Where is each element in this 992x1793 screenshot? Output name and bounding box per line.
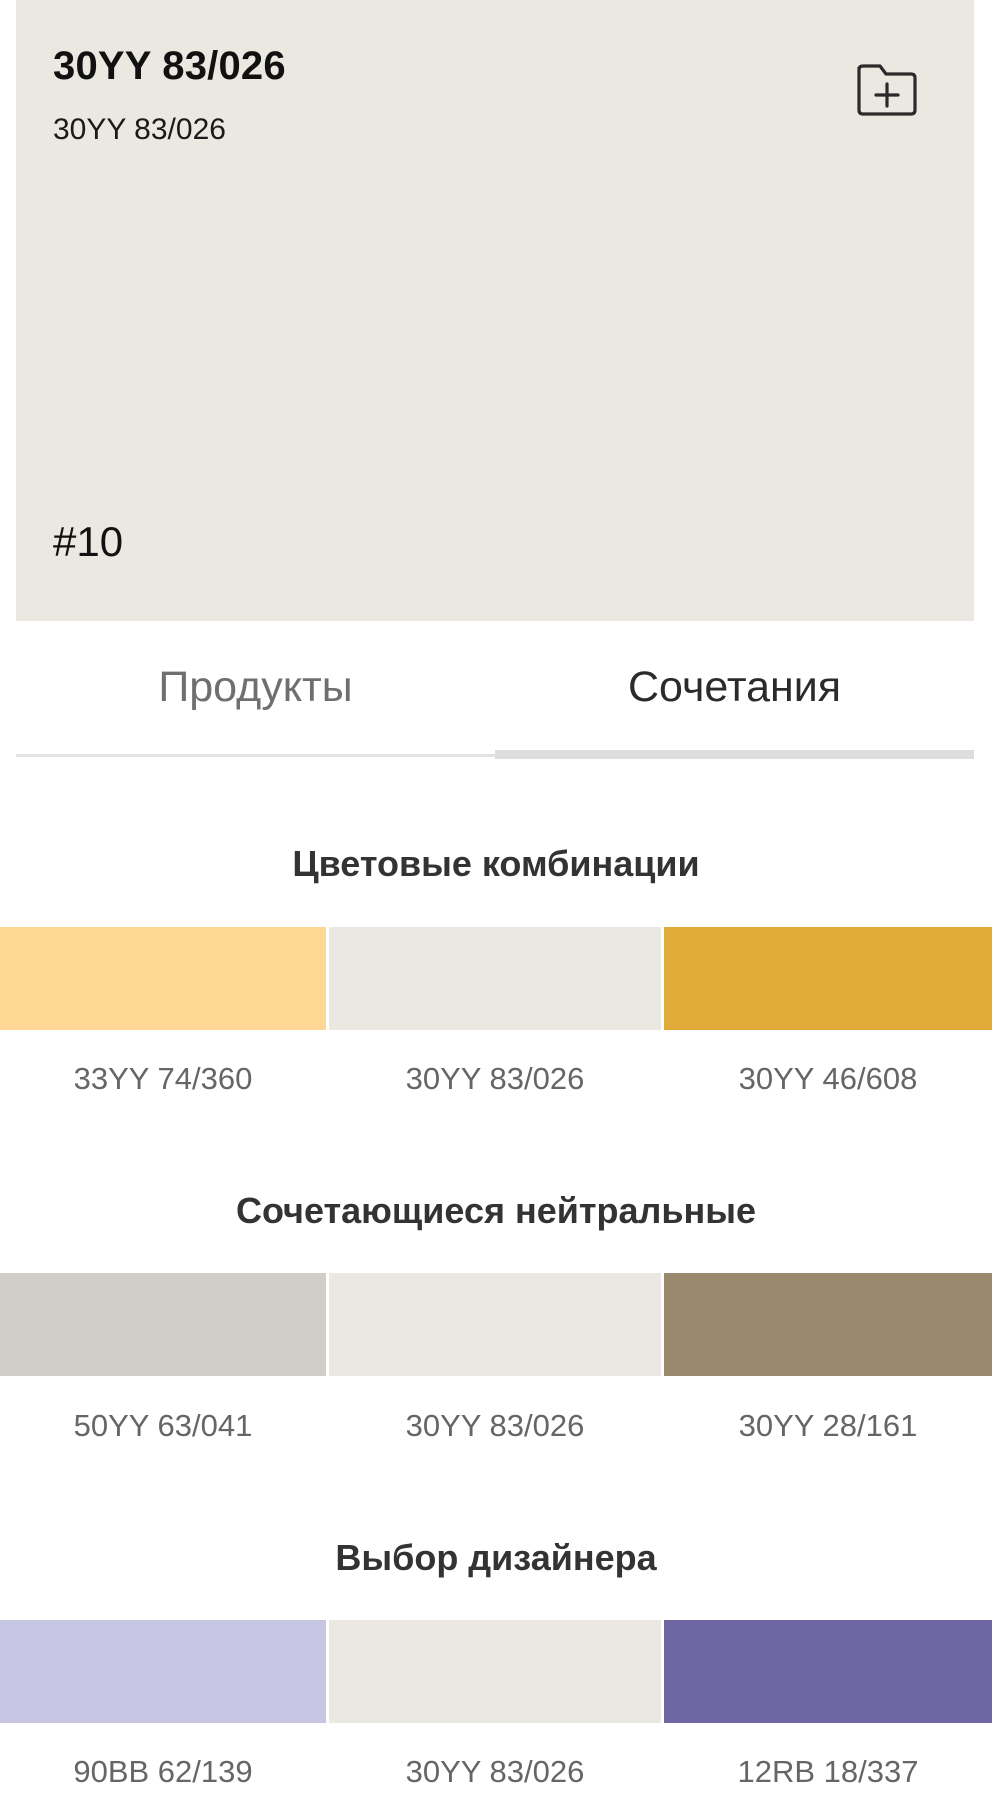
swatch-color[interactable] <box>664 1620 992 1723</box>
swatch-color[interactable] <box>664 1273 992 1376</box>
tab-combinations[interactable]: Сочетания <box>495 621 974 759</box>
section-title-designer-choice: Выбор дизайнера <box>335 1537 657 1578</box>
tab-products-label: Продукты <box>158 663 353 711</box>
swatch-color[interactable] <box>664 927 992 1030</box>
folder-plus-icon <box>857 64 917 116</box>
swatch-code: 12RB 18/337 <box>737 1754 919 1789</box>
swatch-color[interactable] <box>329 1620 661 1723</box>
tab-products[interactable]: Продукты <box>16 621 495 759</box>
swatch-code: 30YY 83/026 <box>405 1408 585 1443</box>
tab-bar: Продукты Сочетания <box>16 621 974 759</box>
color-subtitle: 30YY 83/026 <box>53 113 226 146</box>
swatch-code: 30YY 46/608 <box>738 1061 918 1096</box>
swatch-code: 50YY 63/041 <box>73 1408 253 1443</box>
tab-combinations-underline <box>495 750 974 759</box>
swatch-color[interactable] <box>329 1273 661 1376</box>
swatch-color[interactable] <box>0 927 326 1030</box>
tab-combinations-label: Сочетания <box>627 663 842 711</box>
add-to-folder-button[interactable] <box>854 58 920 118</box>
swatch-code: 30YY 28/161 <box>738 1408 918 1443</box>
section-title-color-combinations: Цветовые комбинации <box>292 843 700 884</box>
section-title-matching-neutrals: Сочетающиеся нейтральные <box>235 1190 757 1231</box>
swatch-code: 30YY 83/026 <box>405 1061 585 1096</box>
swatch-code: 90BB 62/139 <box>73 1754 253 1789</box>
tab-products-underline <box>16 754 495 757</box>
swatch-color[interactable] <box>0 1273 326 1376</box>
swatch-color[interactable] <box>329 927 661 1030</box>
swatch-code: 33YY 74/360 <box>73 1061 253 1096</box>
swatch-color[interactable] <box>0 1620 326 1723</box>
color-number: #10 <box>53 518 124 565</box>
color-title: 30YY 83/026 <box>53 44 286 88</box>
color-preview-panel: 30YY 83/026 30YY 83/026 #10 <box>16 0 974 621</box>
swatch-code: 30YY 83/026 <box>405 1754 585 1789</box>
